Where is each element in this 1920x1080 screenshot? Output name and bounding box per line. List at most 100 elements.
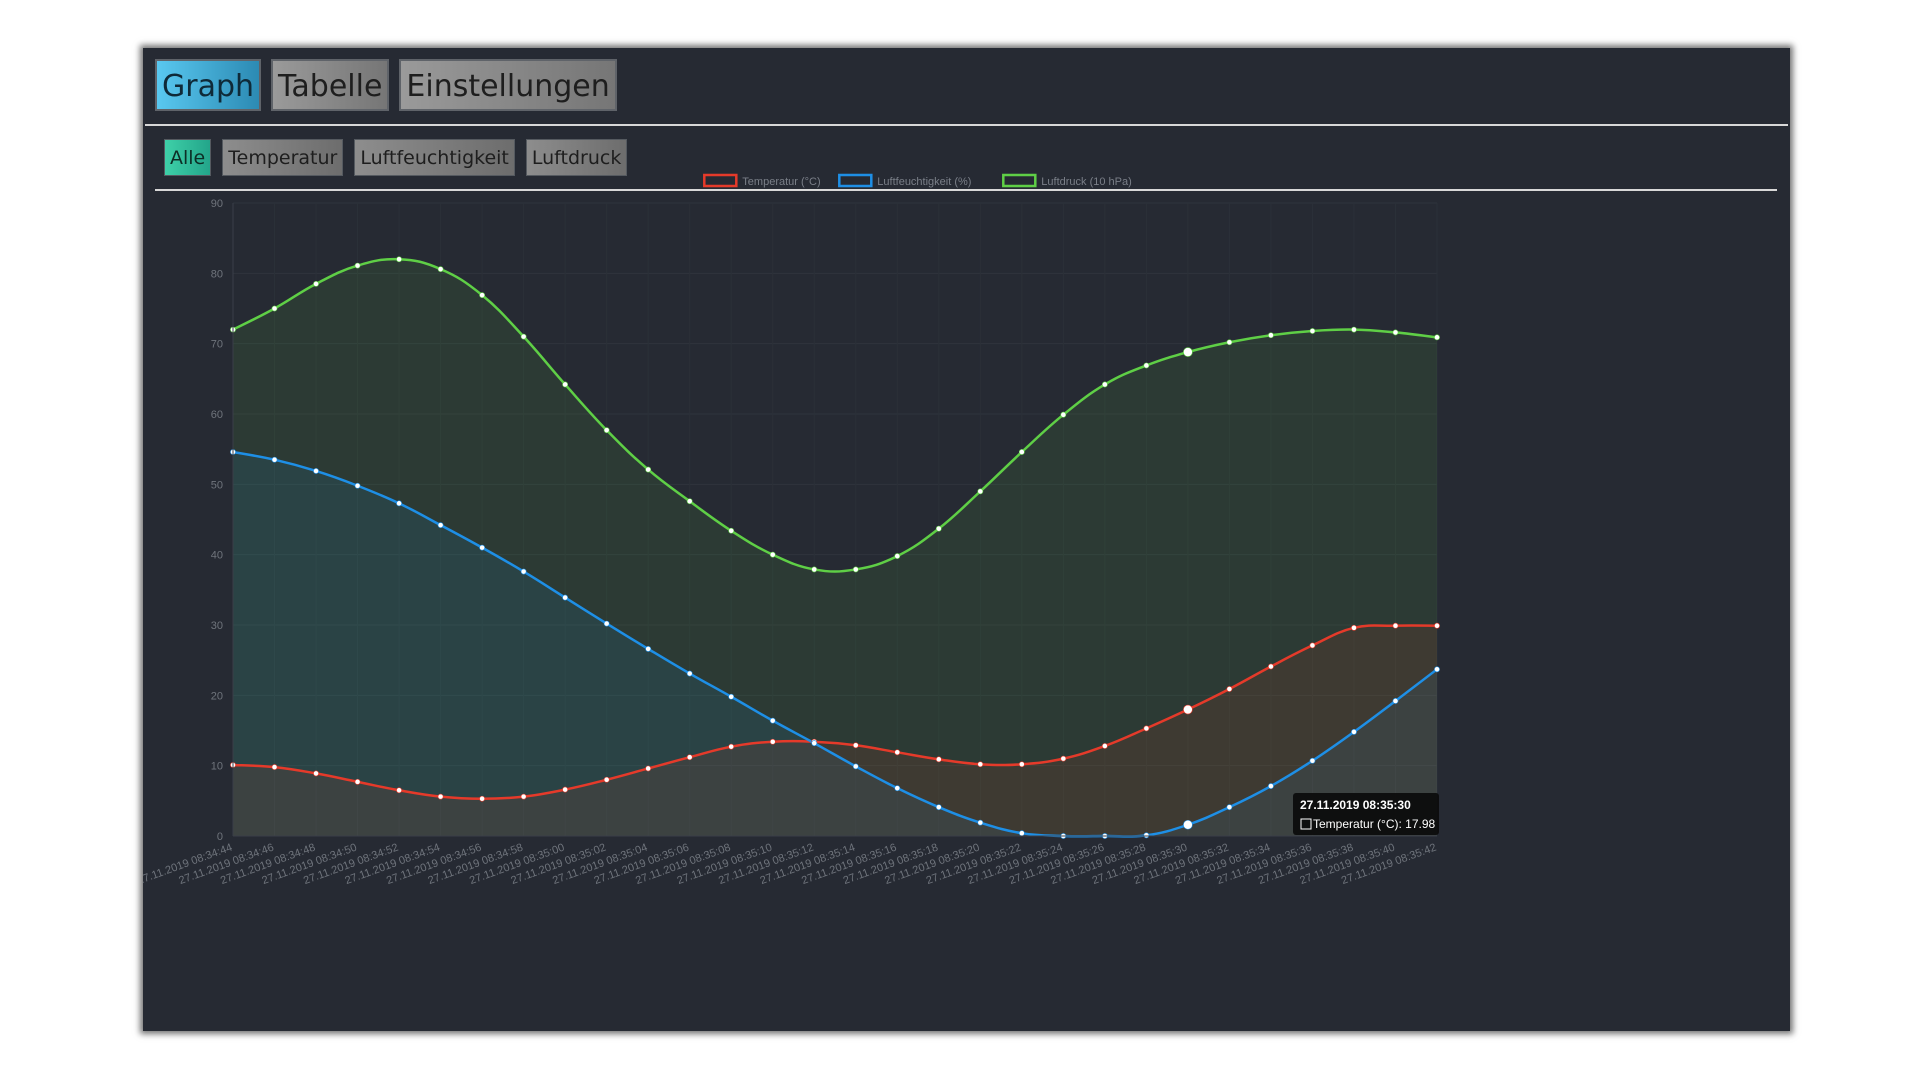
data-point[interactable] [852, 566, 859, 573]
data-point[interactable] [479, 292, 486, 299]
data-point[interactable] [271, 305, 278, 312]
legend-label[interactable]: Temperatur (°C) [742, 176, 820, 188]
data-point[interactable] [645, 466, 652, 473]
data-point[interactable] [271, 456, 278, 463]
data-point[interactable] [1226, 804, 1233, 811]
data-point[interactable] [977, 761, 984, 768]
data-point[interactable] [1434, 666, 1440, 673]
data-point[interactable] [437, 793, 444, 800]
legend-swatch[interactable] [703, 173, 738, 188]
data-point[interactable] [686, 498, 693, 505]
data-point[interactable] [1351, 624, 1357, 631]
data-point[interactable] [769, 738, 776, 745]
data-point[interactable] [1392, 622, 1399, 629]
data-point[interactable] [935, 804, 942, 811]
legend-swatch[interactable] [1002, 173, 1037, 188]
y-tick-label: 50 [211, 479, 223, 491]
data-point[interactable] [852, 763, 859, 770]
data-point[interactable] [1309, 642, 1316, 649]
data-point[interactable] [728, 527, 735, 534]
data-point[interactable] [1434, 622, 1440, 629]
data-point[interactable] [562, 381, 569, 388]
data-point[interactable] [1183, 704, 1193, 715]
data-point[interactable] [1183, 347, 1193, 357]
data-point[interactable] [645, 765, 652, 772]
data-point[interactable] [1226, 686, 1233, 692]
legend-swatch[interactable] [838, 173, 873, 188]
data-point[interactable] [1268, 783, 1274, 789]
legend-label[interactable]: Luftfeuchtigkeit (%) [877, 176, 971, 188]
data-point[interactable] [769, 717, 776, 724]
data-point[interactable] [562, 594, 569, 601]
data-point[interactable] [1434, 334, 1440, 341]
data-point[interactable] [1309, 757, 1316, 764]
data-point[interactable] [1392, 698, 1399, 704]
data-point[interactable] [728, 693, 735, 700]
data-point[interactable] [520, 333, 527, 340]
data-point[interactable] [437, 522, 444, 529]
data-point[interactable] [1392, 329, 1399, 336]
data-point[interactable] [396, 787, 402, 794]
data-point[interactable] [603, 427, 610, 434]
data-point[interactable] [479, 544, 486, 551]
data-point[interactable] [1268, 663, 1274, 670]
data-point[interactable] [354, 482, 361, 489]
data-point[interactable] [769, 551, 776, 558]
y-tick-label: 90 [211, 198, 223, 210]
data-point[interactable] [313, 770, 319, 777]
data-point[interactable] [1143, 362, 1150, 369]
data-point[interactable] [313, 280, 319, 287]
data-point[interactable] [1268, 332, 1274, 339]
chart-tooltip: 27.11.2019 08:35:30 Temperatur (°C): 17.… [1293, 793, 1439, 835]
tooltip-title: 27.11.2019 08:35:30 [1300, 798, 1411, 812]
data-point[interactable] [1101, 743, 1108, 749]
data-point[interactable] [935, 525, 942, 532]
data-point[interactable] [894, 749, 901, 756]
data-point[interactable] [811, 566, 818, 573]
data-point[interactable] [894, 553, 901, 559]
data-point[interactable] [1183, 819, 1193, 830]
app-window: Graph Tabelle Einstellungen Alle Tempera… [143, 48, 1790, 1031]
data-point[interactable] [520, 793, 527, 800]
data-point[interactable] [1018, 830, 1025, 837]
data-point[interactable] [603, 620, 610, 627]
data-point[interactable] [1018, 761, 1025, 768]
data-point[interactable] [603, 776, 610, 783]
data-point[interactable] [645, 646, 652, 652]
data-point[interactable] [977, 488, 984, 495]
data-point[interactable] [520, 568, 527, 575]
data-point[interactable] [1226, 339, 1233, 346]
data-point[interactable] [479, 795, 486, 802]
data-point[interactable] [1309, 328, 1316, 334]
data-point[interactable] [894, 785, 901, 792]
y-tick-label: 40 [211, 550, 223, 562]
data-point[interactable] [271, 764, 278, 770]
y-tick-label: 20 [211, 690, 223, 702]
data-point[interactable] [437, 266, 444, 273]
data-point[interactable] [686, 670, 693, 677]
data-point[interactable] [396, 500, 402, 507]
data-point[interactable] [1351, 326, 1357, 333]
data-point[interactable] [852, 742, 859, 749]
data-point[interactable] [935, 756, 942, 763]
data-point[interactable] [1060, 755, 1067, 762]
data-point[interactable] [313, 468, 319, 474]
data-point[interactable] [562, 786, 569, 793]
line-chart[interactable]: 010203040506070809027.11.2019 08:34:4427… [143, 48, 1790, 1031]
data-point[interactable] [1101, 381, 1108, 388]
data-point[interactable] [811, 740, 818, 747]
data-point[interactable] [1143, 832, 1150, 839]
y-tick-label: 10 [211, 761, 223, 773]
data-point[interactable] [396, 256, 402, 263]
data-point[interactable] [354, 262, 361, 269]
data-point[interactable] [1018, 449, 1025, 455]
data-point[interactable] [1143, 725, 1150, 732]
data-point[interactable] [1060, 411, 1067, 418]
legend-label[interactable]: Luftdruck (10 hPa) [1041, 176, 1132, 188]
chart-legend[interactable]: Temperatur (°C) Luftfeuchtigkeit (%) Luftd… [703, 173, 1132, 188]
data-point[interactable] [1351, 729, 1357, 735]
data-point[interactable] [354, 778, 361, 785]
data-point[interactable] [686, 754, 693, 761]
data-point[interactable] [728, 743, 735, 750]
data-point[interactable] [977, 819, 984, 826]
